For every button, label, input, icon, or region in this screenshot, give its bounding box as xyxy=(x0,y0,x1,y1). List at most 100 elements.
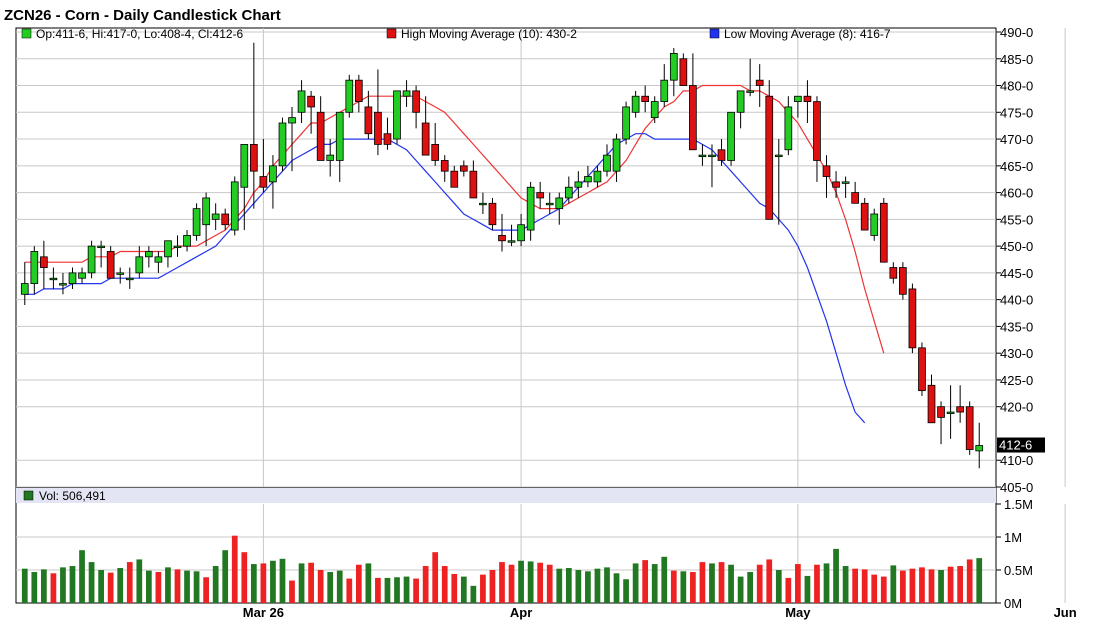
volume-bar xyxy=(231,535,238,603)
price-tick-label: 455-0 xyxy=(1000,212,1033,227)
volume-bar xyxy=(346,578,353,603)
candle-body xyxy=(230,181,239,231)
volume-bar xyxy=(585,571,591,603)
candle-body xyxy=(49,277,58,281)
volume-bar xyxy=(823,563,830,603)
candle-body xyxy=(364,106,373,135)
candle-body xyxy=(794,95,802,102)
price-plot-frame xyxy=(15,27,997,488)
candle-body xyxy=(345,79,354,113)
volume-bar xyxy=(909,568,916,603)
price-tick-label: 490-0 xyxy=(1000,25,1033,40)
volume-bar xyxy=(184,570,190,603)
volume-bar xyxy=(919,567,925,603)
volume-tick-label: 1M xyxy=(1004,530,1022,545)
price-tick-label: 480-0 xyxy=(1000,79,1033,94)
volume-bar xyxy=(79,550,85,603)
candle-body xyxy=(870,213,879,236)
candle-body xyxy=(889,267,898,279)
candle-body xyxy=(326,154,335,161)
candle-body xyxy=(469,170,478,199)
volume-bar xyxy=(308,562,314,603)
candle-body xyxy=(803,95,812,102)
price-tick-label: 450-0 xyxy=(1000,239,1033,254)
candle xyxy=(908,283,917,354)
candle-body xyxy=(564,186,573,199)
volume-bar xyxy=(279,558,286,603)
volume-bar xyxy=(775,570,782,603)
candle-body xyxy=(851,192,859,204)
candle-body xyxy=(841,181,850,184)
volume-bar xyxy=(260,563,267,603)
candle xyxy=(345,74,354,118)
volume-bar xyxy=(728,564,734,603)
volume-bar xyxy=(250,564,257,603)
volume-bar xyxy=(432,552,439,603)
candle-body xyxy=(641,95,650,102)
candle-body xyxy=(774,154,783,158)
volume-bar xyxy=(222,550,229,603)
volume-bar xyxy=(499,562,505,603)
volume-bar xyxy=(69,566,76,603)
candle xyxy=(622,101,630,145)
candle-body xyxy=(250,144,258,172)
volume-plot-frame xyxy=(15,487,997,604)
candle-body xyxy=(393,90,401,140)
candle-body xyxy=(307,95,315,108)
candle-body xyxy=(173,245,182,249)
candle xyxy=(899,262,907,300)
volume-bar xyxy=(565,568,572,603)
candle-body xyxy=(202,197,210,226)
volume-bar xyxy=(155,571,162,603)
candle-body xyxy=(269,165,277,183)
candle-body xyxy=(154,256,163,263)
candle-body xyxy=(59,283,67,286)
candle-body xyxy=(555,197,564,210)
volume-bar xyxy=(747,571,754,603)
candle-body xyxy=(660,79,669,102)
candle-body xyxy=(30,251,39,284)
candle-body xyxy=(374,111,382,145)
volume-bar xyxy=(126,562,133,603)
volume-bar xyxy=(928,569,935,603)
candle-body xyxy=(879,202,888,263)
volume-bar xyxy=(699,562,706,603)
candle-body xyxy=(918,347,926,392)
price-tick-label: 475-0 xyxy=(1000,105,1033,120)
volume-bar xyxy=(145,570,152,603)
candle-body xyxy=(717,149,726,161)
candle-body xyxy=(574,181,583,188)
volume-bar xyxy=(50,573,57,603)
volume-bar xyxy=(489,570,496,603)
volume-bar xyxy=(690,571,696,603)
volume-panel: Mar 26 Apr May Jun 1.5M 1M 0.5M 0M xyxy=(15,487,1077,620)
candle-body xyxy=(536,192,545,199)
volume-bar xyxy=(174,569,181,603)
candle-body xyxy=(106,251,115,279)
volume-bar xyxy=(947,566,954,603)
candle xyxy=(278,117,287,172)
candle xyxy=(192,203,201,241)
candle-body xyxy=(145,251,153,258)
candle-body xyxy=(832,181,840,188)
volume-bar xyxy=(575,570,582,603)
price-tick-label: 420-0 xyxy=(1000,400,1033,415)
volume-bar xyxy=(107,572,114,603)
volume-bar xyxy=(289,580,295,603)
candle-body xyxy=(20,283,29,295)
chart-title: ZCN26 - Corn - Daily Candlestick Chart xyxy=(4,7,281,24)
candle-body xyxy=(259,176,268,188)
volume-tick-label: 1.5M xyxy=(1004,497,1033,512)
candle-body xyxy=(603,154,611,172)
candle-body xyxy=(68,272,77,284)
candle-body xyxy=(402,90,411,97)
volume-bar xyxy=(422,566,429,603)
price-tick-label: 425-0 xyxy=(1000,373,1033,388)
volume-bar xyxy=(480,574,486,603)
candle-body xyxy=(354,79,363,102)
candle-body xyxy=(956,406,964,413)
candle-body xyxy=(116,272,125,275)
candle xyxy=(765,80,774,220)
volume-bar xyxy=(117,568,124,603)
candle-body xyxy=(622,106,630,140)
